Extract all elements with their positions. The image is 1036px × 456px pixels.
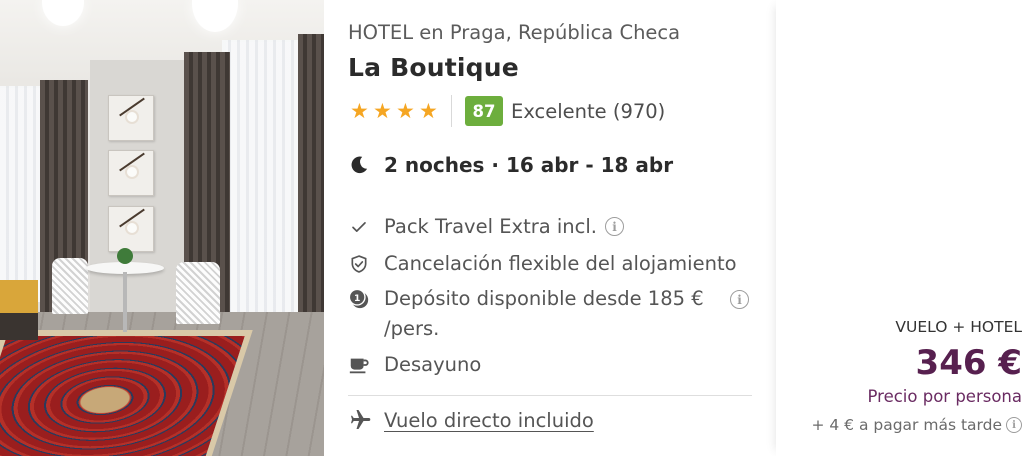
feature-pack-travel: Pack Travel Extra incl. i (348, 212, 624, 242)
check-icon (348, 216, 370, 238)
feature-label-cont: /pers. (384, 317, 440, 340)
wall-art (108, 95, 154, 141)
feature-cancellation: Cancelación flexible del alojamiento (348, 249, 737, 279)
photo-chair (52, 258, 88, 314)
info-icon[interactable]: i (730, 290, 749, 309)
photo-table-leg (123, 272, 127, 332)
photo-rug (0, 330, 253, 456)
moon-icon (351, 156, 368, 174)
feature-label: Depósito disponible desde 185 € (384, 287, 704, 310)
review-score-label[interactable]: Excelente (970) (511, 100, 665, 123)
hotel-photo[interactable] (0, 0, 324, 456)
airplane-icon (351, 410, 371, 429)
photo-bed (0, 280, 38, 340)
rating-row: ★ ★ ★ ★ 87 Excelente (970) (348, 95, 665, 127)
coffee-cup-icon (348, 354, 370, 376)
feature-label: Desayuno (384, 353, 482, 376)
info-icon[interactable]: i (605, 217, 624, 236)
feature-label: Pack Travel Extra incl. (384, 215, 597, 238)
extra-fee-label: + 4 € a pagar más tarde (811, 416, 1002, 434)
flight-details-link[interactable]: Vuelo directo incluido (384, 409, 594, 432)
section-divider (348, 395, 752, 396)
info-icon[interactable]: i (1006, 417, 1022, 433)
price-amount[interactable]: 346 € (916, 343, 1022, 383)
hotel-name[interactable]: La Boutique (348, 53, 519, 82)
feature-label-block: Depósito disponible desde 185 € /pers. (384, 284, 704, 344)
shield-check-icon (348, 253, 370, 275)
feature-deposit: 1 Depósito disponible desde 185 € /pers. (348, 284, 704, 344)
wall-art (108, 150, 154, 196)
star-icon: ★ (419, 99, 438, 123)
rating-divider (451, 95, 452, 127)
photo-chair (176, 262, 220, 324)
dark-curtain (298, 34, 324, 330)
package-type: VUELO + HOTEL (895, 318, 1022, 336)
review-score-badge: 87 (465, 96, 503, 126)
svg-text:1: 1 (354, 293, 360, 304)
price-panel: VUELO + HOTEL 346 € Precio por persona +… (776, 0, 1036, 456)
feature-breakfast: Desayuno (348, 350, 481, 380)
sheer-curtain (222, 40, 302, 328)
star-icon: ★ (396, 99, 415, 123)
feature-label: Cancelación flexible del alojamiento (384, 252, 737, 275)
star-icon: ★ (350, 99, 369, 123)
stay-dates-row: 2 noches · 16 abr - 18 abr (348, 153, 673, 177)
star-rating: ★ ★ ★ ★ (348, 99, 438, 123)
extra-fee: + 4 € a pagar más tarde i (811, 416, 1022, 434)
star-icon: ★ (373, 99, 392, 123)
hotel-location: HOTEL en Praga, República Checa (348, 21, 681, 44)
price-per-person: Precio por persona (867, 387, 1023, 406)
wall-art (108, 206, 154, 252)
flight-row: Vuelo directo incluido (348, 408, 594, 432)
hotel-info: HOTEL en Praga, República Checa La Bouti… (348, 0, 758, 456)
photo-plant (117, 248, 133, 264)
stay-dates: 2 noches · 16 abr - 18 abr (384, 153, 674, 177)
deposit-coins-icon: 1 (348, 288, 370, 310)
sheer-curtain (0, 86, 44, 302)
